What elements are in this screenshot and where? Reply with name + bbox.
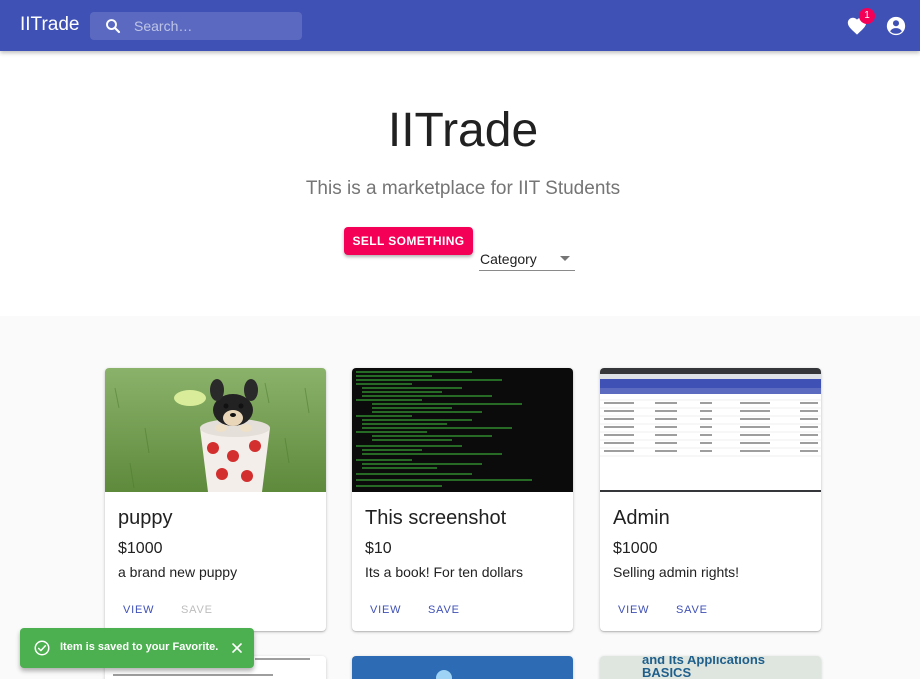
search-icon — [106, 19, 121, 34]
category-select[interactable]: Category — [479, 247, 575, 271]
save-button[interactable]: SAVE — [676, 604, 708, 616]
hero-section: IITrade This is a marketplace for IIT St… — [0, 51, 920, 316]
favorites-count-badge: 1 — [859, 8, 875, 24]
card-description: a brand new puppy — [118, 564, 238, 580]
favorites-button[interactable]: 1 — [846, 8, 875, 38]
partial-card-text: BASICS — [642, 665, 692, 679]
hero-subtitle: This is a marketplace for IIT Students — [305, 178, 621, 199]
card-price: $10 — [365, 540, 392, 557]
product-card: This screenshot $10 Its a book! For ten … — [352, 368, 573, 631]
category-select-label: Category — [480, 251, 537, 267]
search-box[interactable] — [90, 12, 302, 40]
snackbar-message: Item is saved to your Favorite. — [60, 641, 219, 653]
view-button[interactable]: VIEW — [370, 604, 401, 616]
product-card-partial[interactable]: and Its Applications BASICS — [600, 656, 821, 679]
save-button[interactable]: SAVE — [428, 604, 460, 616]
card-price: $1000 — [118, 540, 163, 557]
saved-snackbar: Item is saved to your Favorite. — [20, 628, 254, 668]
close-icon[interactable] — [229, 640, 245, 656]
product-card: puppy $1000 a brand new puppy VIEW SAVE — [105, 368, 326, 631]
view-button[interactable]: VIEW — [123, 604, 154, 616]
account-button[interactable] — [885, 15, 907, 37]
card-title: puppy — [118, 507, 173, 529]
card-description: Its a book! For ten dollars — [365, 564, 523, 580]
brand-title[interactable]: IITrade — [20, 14, 80, 36]
app-bar: IITrade 1 — [0, 0, 920, 51]
card-price: $1000 — [613, 540, 658, 557]
product-card-partial[interactable] — [352, 656, 573, 679]
sell-something-button[interactable]: SELL SOMETHING — [344, 227, 473, 255]
save-button[interactable]: SAVE — [181, 604, 213, 616]
product-image-terminal[interactable] — [352, 368, 573, 492]
product-card: Admin $1000 Selling admin rights! VIEW S… — [600, 368, 821, 631]
product-image-puppy[interactable] — [105, 368, 326, 492]
account-circle-icon — [886, 16, 906, 36]
card-description: Selling admin rights! — [613, 564, 740, 580]
search-input[interactable] — [134, 12, 294, 40]
hero-title: IITrade — [387, 104, 539, 157]
card-title: This screenshot — [365, 507, 507, 529]
check-circle-icon — [34, 640, 50, 656]
card-title: Admin — [613, 507, 670, 529]
product-image-admin-table[interactable] — [600, 368, 821, 492]
view-button[interactable]: VIEW — [618, 604, 649, 616]
dropdown-arrow-icon — [560, 256, 570, 261]
